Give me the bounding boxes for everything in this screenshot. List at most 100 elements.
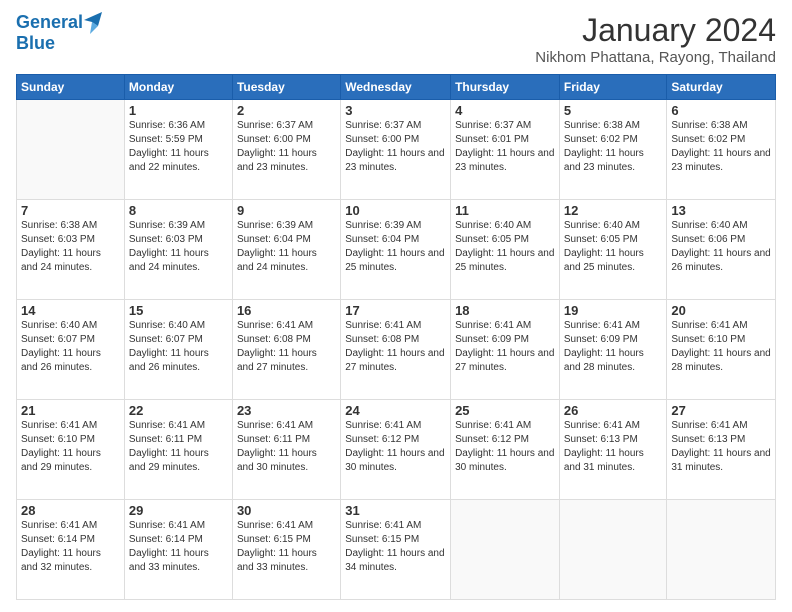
day-number: 25	[455, 403, 555, 418]
day-info: Sunrise: 6:41 AM Sunset: 6:11 PM Dayligh…	[237, 419, 336, 475]
logo-text-line2: Blue	[16, 34, 100, 54]
day-info: Sunrise: 6:39 AM Sunset: 6:04 PM Dayligh…	[345, 219, 446, 275]
day-number: 24	[345, 403, 446, 418]
table-row: 16Sunrise: 6:41 AM Sunset: 6:08 PM Dayli…	[232, 300, 340, 400]
table-row	[559, 500, 667, 600]
day-info: Sunrise: 6:40 AM Sunset: 6:07 PM Dayligh…	[129, 319, 228, 375]
table-row: 13Sunrise: 6:40 AM Sunset: 6:06 PM Dayli…	[667, 200, 776, 300]
table-row: 3Sunrise: 6:37 AM Sunset: 6:00 PM Daylig…	[341, 100, 451, 200]
day-number: 29	[129, 503, 228, 518]
table-row: 25Sunrise: 6:41 AM Sunset: 6:12 PM Dayli…	[451, 400, 560, 500]
table-row: 14Sunrise: 6:40 AM Sunset: 6:07 PM Dayli…	[17, 300, 125, 400]
table-row	[451, 500, 560, 600]
day-number: 20	[671, 303, 771, 318]
day-info: Sunrise: 6:37 AM Sunset: 6:01 PM Dayligh…	[455, 119, 555, 175]
table-row: 17Sunrise: 6:41 AM Sunset: 6:08 PM Dayli…	[341, 300, 451, 400]
day-info: Sunrise: 6:41 AM Sunset: 6:09 PM Dayligh…	[564, 319, 663, 375]
calendar-week-row: 1Sunrise: 6:36 AM Sunset: 5:59 PM Daylig…	[17, 100, 776, 200]
table-row: 5Sunrise: 6:38 AM Sunset: 6:02 PM Daylig…	[559, 100, 667, 200]
calendar-week-row: 28Sunrise: 6:41 AM Sunset: 6:14 PM Dayli…	[17, 500, 776, 600]
day-info: Sunrise: 6:39 AM Sunset: 6:04 PM Dayligh…	[237, 219, 336, 275]
day-number: 21	[21, 403, 120, 418]
day-number: 16	[237, 303, 336, 318]
col-sunday: Sunday	[17, 75, 125, 100]
col-monday: Monday	[124, 75, 232, 100]
table-row: 4Sunrise: 6:37 AM Sunset: 6:01 PM Daylig…	[451, 100, 560, 200]
header: General Blue January 2024 Nikhom Phattan…	[16, 12, 776, 66]
month-title: January 2024	[535, 12, 776, 49]
col-friday: Friday	[559, 75, 667, 100]
day-info: Sunrise: 6:41 AM Sunset: 6:12 PM Dayligh…	[455, 419, 555, 475]
calendar-header-row: Sunday Monday Tuesday Wednesday Thursday…	[17, 75, 776, 100]
day-number: 5	[564, 103, 663, 118]
day-number: 15	[129, 303, 228, 318]
table-row: 11Sunrise: 6:40 AM Sunset: 6:05 PM Dayli…	[451, 200, 560, 300]
day-info: Sunrise: 6:41 AM Sunset: 6:10 PM Dayligh…	[671, 319, 771, 375]
table-row: 21Sunrise: 6:41 AM Sunset: 6:10 PM Dayli…	[17, 400, 125, 500]
day-number: 8	[129, 203, 228, 218]
table-row: 20Sunrise: 6:41 AM Sunset: 6:10 PM Dayli…	[667, 300, 776, 400]
table-row: 23Sunrise: 6:41 AM Sunset: 6:11 PM Dayli…	[232, 400, 340, 500]
day-number: 2	[237, 103, 336, 118]
day-info: Sunrise: 6:37 AM Sunset: 6:00 PM Dayligh…	[345, 119, 446, 175]
title-block: January 2024 Nikhom Phattana, Rayong, Th…	[535, 12, 776, 66]
table-row: 9Sunrise: 6:39 AM Sunset: 6:04 PM Daylig…	[232, 200, 340, 300]
table-row: 24Sunrise: 6:41 AM Sunset: 6:12 PM Dayli…	[341, 400, 451, 500]
day-info: Sunrise: 6:41 AM Sunset: 6:11 PM Dayligh…	[129, 419, 228, 475]
table-row: 18Sunrise: 6:41 AM Sunset: 6:09 PM Dayli…	[451, 300, 560, 400]
col-thursday: Thursday	[451, 75, 560, 100]
day-info: Sunrise: 6:41 AM Sunset: 6:12 PM Dayligh…	[345, 419, 446, 475]
logo-bird-icon	[84, 12, 102, 34]
table-row: 7Sunrise: 6:38 AM Sunset: 6:03 PM Daylig…	[17, 200, 125, 300]
col-saturday: Saturday	[667, 75, 776, 100]
day-number: 9	[237, 203, 336, 218]
location-subtitle: Nikhom Phattana, Rayong, Thailand	[535, 49, 776, 66]
day-info: Sunrise: 6:41 AM Sunset: 6:13 PM Dayligh…	[564, 419, 663, 475]
day-info: Sunrise: 6:41 AM Sunset: 6:13 PM Dayligh…	[671, 419, 771, 475]
table-row: 15Sunrise: 6:40 AM Sunset: 6:07 PM Dayli…	[124, 300, 232, 400]
table-row: 29Sunrise: 6:41 AM Sunset: 6:14 PM Dayli…	[124, 500, 232, 600]
day-info: Sunrise: 6:38 AM Sunset: 6:02 PM Dayligh…	[671, 119, 771, 175]
day-info: Sunrise: 6:41 AM Sunset: 6:10 PM Dayligh…	[21, 419, 120, 475]
day-number: 14	[21, 303, 120, 318]
day-info: Sunrise: 6:40 AM Sunset: 6:05 PM Dayligh…	[455, 219, 555, 275]
day-number: 3	[345, 103, 446, 118]
day-info: Sunrise: 6:38 AM Sunset: 6:02 PM Dayligh…	[564, 119, 663, 175]
day-number: 18	[455, 303, 555, 318]
table-row: 19Sunrise: 6:41 AM Sunset: 6:09 PM Dayli…	[559, 300, 667, 400]
logo-text-line1: General	[16, 13, 83, 33]
day-info: Sunrise: 6:41 AM Sunset: 6:15 PM Dayligh…	[345, 519, 446, 575]
day-number: 27	[671, 403, 771, 418]
col-wednesday: Wednesday	[341, 75, 451, 100]
day-info: Sunrise: 6:41 AM Sunset: 6:08 PM Dayligh…	[345, 319, 446, 375]
day-info: Sunrise: 6:39 AM Sunset: 6:03 PM Dayligh…	[129, 219, 228, 275]
day-info: Sunrise: 6:40 AM Sunset: 6:05 PM Dayligh…	[564, 219, 663, 275]
day-number: 7	[21, 203, 120, 218]
table-row: 31Sunrise: 6:41 AM Sunset: 6:15 PM Dayli…	[341, 500, 451, 600]
day-info: Sunrise: 6:40 AM Sunset: 6:06 PM Dayligh…	[671, 219, 771, 275]
day-info: Sunrise: 6:41 AM Sunset: 6:08 PM Dayligh…	[237, 319, 336, 375]
table-row: 26Sunrise: 6:41 AM Sunset: 6:13 PM Dayli…	[559, 400, 667, 500]
table-row	[17, 100, 125, 200]
table-row	[667, 500, 776, 600]
calendar-week-row: 21Sunrise: 6:41 AM Sunset: 6:10 PM Dayli…	[17, 400, 776, 500]
day-number: 26	[564, 403, 663, 418]
day-number: 11	[455, 203, 555, 218]
day-number: 31	[345, 503, 446, 518]
day-info: Sunrise: 6:41 AM Sunset: 6:14 PM Dayligh…	[129, 519, 228, 575]
table-row: 27Sunrise: 6:41 AM Sunset: 6:13 PM Dayli…	[667, 400, 776, 500]
table-row: 12Sunrise: 6:40 AM Sunset: 6:05 PM Dayli…	[559, 200, 667, 300]
day-info: Sunrise: 6:41 AM Sunset: 6:14 PM Dayligh…	[21, 519, 120, 575]
table-row: 28Sunrise: 6:41 AM Sunset: 6:14 PM Dayli…	[17, 500, 125, 600]
table-row: 1Sunrise: 6:36 AM Sunset: 5:59 PM Daylig…	[124, 100, 232, 200]
day-number: 4	[455, 103, 555, 118]
calendar-week-row: 14 Sunrise: 6:40 AM Sunset: 6:07 PM Dayli…	[17, 300, 776, 400]
day-number: 22	[129, 403, 228, 418]
day-number: 17	[345, 303, 446, 318]
table-row: 8Sunrise: 6:39 AM Sunset: 6:03 PM Daylig…	[124, 200, 232, 300]
day-info: Sunrise: 6:38 AM Sunset: 6:03 PM Dayligh…	[21, 219, 120, 275]
day-number: 10	[345, 203, 446, 218]
day-number: 1	[129, 103, 228, 118]
table-row: 30Sunrise: 6:41 AM Sunset: 6:15 PM Dayli…	[232, 500, 340, 600]
day-info: Sunrise: 6:41 AM Sunset: 6:09 PM Dayligh…	[455, 319, 555, 375]
